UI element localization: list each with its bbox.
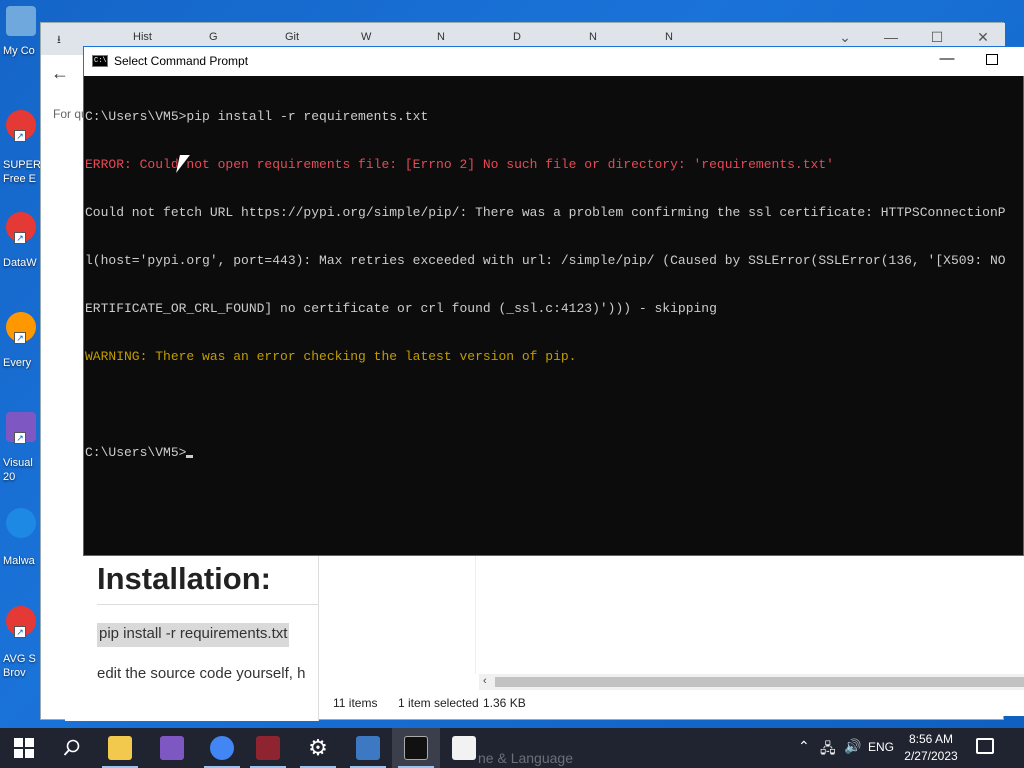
chevron-up-icon[interactable]: ⌃ xyxy=(798,738,810,755)
scrollbar-thumb[interactable] xyxy=(495,677,1024,687)
explorer-status-bar: 11 items 1 item selected 1.36 KB xyxy=(319,690,1024,716)
shortcut-arrow-icon: ↗ xyxy=(14,232,26,244)
desktop-icon-malwarebytes[interactable]: Malwa xyxy=(0,502,40,582)
search-button[interactable] xyxy=(48,728,96,768)
chevron-down-icon[interactable]: ⌄ xyxy=(835,29,855,46)
settings-page-title-ghost: ne & Language xyxy=(478,750,573,766)
taskbar-python[interactable] xyxy=(344,728,392,768)
winrar-icon xyxy=(256,736,280,760)
gear-icon: ⚙ xyxy=(308,735,328,760)
cmd-title-bar[interactable]: C:\ Select Command Prompt — xyxy=(84,47,1024,76)
console-output[interactable]: C:\Users\VM5>pip install -r requirements… xyxy=(85,77,1023,555)
items-count: 11 items xyxy=(333,696,378,710)
desktop-icon-avg-browser[interactable]: ↗ AVG S Brov xyxy=(0,600,40,680)
desktop-icon-label: Brov xyxy=(3,667,26,679)
cmd-maximize-button[interactable] xyxy=(986,54,998,65)
back-arrow-icon[interactable]: ← xyxy=(51,63,69,84)
install-command-code: pip install -r requirements.txt xyxy=(97,623,290,647)
desktop-icon-superantispyware[interactable]: ↗ SUPER Free E xyxy=(0,104,40,185)
desktop-icon-label: AVG S xyxy=(3,653,36,665)
computer-icon xyxy=(6,6,36,36)
console-warning-line: WARNING: There was an error checking the… xyxy=(85,349,577,364)
taskbar-settings[interactable]: ⚙ xyxy=(294,728,342,768)
store-icon xyxy=(452,736,476,760)
clock-date: 2/27/2023 xyxy=(904,749,958,763)
clock[interactable]: 8:56 AM 2/27/2023 xyxy=(900,731,962,765)
desktop-icon-label: SUPER xyxy=(3,159,40,171)
windows-logo-icon xyxy=(14,738,34,758)
taskbar-winrar[interactable] xyxy=(244,728,292,768)
console-prompt: C:\Users\VM5> xyxy=(85,445,187,460)
command-prompt-window[interactable]: C:\ Select Command Prompt — C:\Users\VM5… xyxy=(83,46,1024,556)
desktop-icon-label: Free E xyxy=(3,173,37,185)
cmd-app-icon: C:\ xyxy=(92,55,108,67)
desktop-icons: My Co ↗ SUPER Free E ↗ DataW ↗ Every ↗ V… xyxy=(0,0,40,728)
desktop-icon-label: 20 xyxy=(3,471,16,483)
shortcut-arrow-icon: ↗ xyxy=(14,626,26,638)
cmd-window-title: Select Command Prompt xyxy=(114,54,249,68)
desktop-icon-label: Every xyxy=(3,357,32,369)
python-icon xyxy=(356,736,380,760)
shortcut-arrow-icon: ↗ xyxy=(14,432,26,444)
folder-icon xyxy=(108,736,132,760)
console-line: l(host='pypi.org', port=443): Max retrie… xyxy=(85,253,1006,268)
taskbar-browser[interactable] xyxy=(198,728,246,768)
desktop-icon-label: DataW xyxy=(3,257,37,269)
desktop-icon-label: Malwa xyxy=(3,555,35,567)
taskbar-visual-studio[interactable] xyxy=(148,728,196,768)
command-prompt-icon xyxy=(404,736,428,760)
minimize-button[interactable]: — xyxy=(881,29,901,45)
volume-icon[interactable]: 🔊 xyxy=(844,738,861,755)
scroll-left-arrow-icon[interactable]: ‹ xyxy=(483,675,487,687)
language-indicator[interactable]: ENG xyxy=(868,740,894,754)
console-prompt-line[interactable]: C:\Users\VM5> xyxy=(85,445,1023,461)
horizontal-scrollbar[interactable]: ‹ xyxy=(479,674,1024,690)
desktop-icon-label: Visual xyxy=(3,457,33,469)
desktop-icon-label: My Co xyxy=(3,45,35,57)
selection-size: 1.36 KB xyxy=(483,696,526,710)
installation-heading: Installation: xyxy=(97,561,271,596)
shortcut-arrow-icon: ↗ xyxy=(14,332,26,344)
desktop-icon-datawrangler[interactable]: ↗ DataW xyxy=(0,206,40,286)
console-error-line: ERROR: Could not open requirements file:… xyxy=(85,157,834,172)
search-icon xyxy=(63,739,80,756)
taskbar: ne & Language ⚙ ⌃ 🖧 🔊 ENG 8:56 AM 2/27/2… xyxy=(0,728,1024,768)
console-line: C:\Users\VM5>pip install -r requirements… xyxy=(85,109,429,124)
file-explorer-pane: ‹ 11 items 1 item selected 1.36 KB xyxy=(318,556,1024,716)
text-cursor xyxy=(186,455,194,458)
start-button[interactable] xyxy=(0,728,48,768)
browser-icon xyxy=(210,736,234,760)
selection-count: 1 item selected xyxy=(398,696,479,710)
visual-studio-icon xyxy=(160,736,184,760)
console-line: Could not fetch URL https://pypi.org/sim… xyxy=(85,205,1006,220)
network-icon[interactable]: 🖧 xyxy=(820,738,836,762)
notification-icon[interactable] xyxy=(976,738,994,754)
cmd-minimize-button[interactable]: — xyxy=(932,50,962,67)
pane-divider xyxy=(475,556,476,674)
taskbar-store[interactable] xyxy=(440,728,488,768)
readme-paragraph: edit the source code yourself, h xyxy=(97,665,306,682)
malwarebytes-icon xyxy=(6,508,36,538)
desktop-icon-visual-studio[interactable]: ↗ Visual 20 xyxy=(0,406,40,486)
maximize-button[interactable]: ☐ xyxy=(927,29,947,46)
desktop-icon-my-computer[interactable]: My Co xyxy=(0,0,40,80)
desktop-icon-everything[interactable]: ↗ Every xyxy=(0,306,40,386)
close-button[interactable]: ✕ xyxy=(973,29,993,46)
clock-time: 8:56 AM xyxy=(908,732,954,746)
console-line: ERTIFICATE_OR_CRL_FOUND] no certificate … xyxy=(85,301,717,316)
taskbar-command-prompt[interactable] xyxy=(392,728,440,768)
shortcut-arrow-icon: ↗ xyxy=(14,130,26,142)
heading-divider xyxy=(97,604,319,605)
taskbar-file-explorer[interactable] xyxy=(96,728,144,768)
